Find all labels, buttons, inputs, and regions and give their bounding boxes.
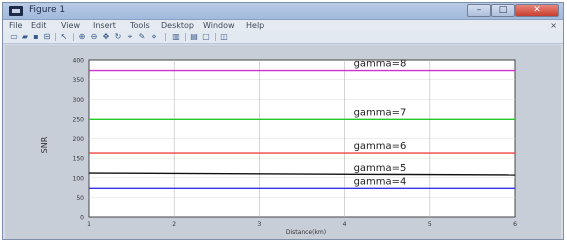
zoom-in-icon[interactable]: ⊕	[77, 32, 87, 41]
series-label: gamma=6	[354, 141, 407, 152]
matlab-figure-icon	[9, 6, 23, 16]
y-tick-label: 250	[73, 116, 85, 123]
menu-bar: File Edit View Insert Tools Desktop Wind…	[3, 20, 563, 31]
link-plot-icon[interactable]: ⋄	[149, 32, 159, 41]
menu-file[interactable]: File	[9, 20, 22, 31]
menu-desktop[interactable]: Desktop	[161, 20, 194, 31]
hide-plot-tools-icon[interactable]: ▢	[201, 32, 211, 41]
y-tick-label: 200	[73, 136, 85, 143]
toolbar: ▭ ▰ ▪ ⊟ ↖ ⊕ ⊖ ✥ ↻ ⌖ ✎ ⋄ ▥ ▤ ▢ ◫	[3, 31, 563, 44]
brush-icon[interactable]: ✎	[137, 32, 147, 41]
x-tick-label: 6	[513, 221, 517, 228]
x-tick-label: 3	[257, 221, 261, 228]
toolbar-separator	[165, 33, 166, 41]
x-tick-label: 4	[343, 221, 347, 228]
menu-tools[interactable]: Tools	[130, 20, 150, 31]
y-tick-label: 0	[80, 215, 84, 222]
menu-help[interactable]: Help	[246, 20, 264, 31]
show-plot-tools-icon[interactable]: ◫	[219, 32, 229, 41]
data-cursor-icon[interactable]: ⌖	[125, 32, 135, 41]
y-tick-label: 350	[73, 77, 85, 84]
x-tick-label: 5	[428, 221, 432, 228]
x-axis-label: Distance(km)	[286, 229, 326, 236]
series-label: gamma=7	[354, 107, 407, 118]
open-folder-icon[interactable]: ▰	[20, 32, 30, 41]
x-tick-label: 1	[87, 221, 91, 228]
menu-view[interactable]: View	[61, 20, 80, 31]
print-icon[interactable]: ⊟	[42, 32, 52, 41]
menu-edit[interactable]: Edit	[31, 20, 47, 31]
snr-chart: 0 50 100 150 200 250 300 350 400 1 2 3 4 5 6 gamma=8 gam…	[40, 58, 517, 237]
figure-area: 0 50 100 150 200 250 300 350 400 1 2 3 4 5 6 gamma=8 gam…	[5, 45, 561, 239]
series-label: gamma=8	[354, 59, 407, 70]
legend-icon[interactable]: ▤	[189, 32, 199, 41]
y-tick-label: 50	[76, 195, 84, 202]
x-tick-label: 2	[172, 221, 176, 228]
close-button[interactable]: ✕	[515, 4, 559, 17]
pan-icon[interactable]: ✥	[101, 32, 111, 41]
menu-window[interactable]: Window	[203, 20, 235, 31]
y-tick-label: 300	[73, 97, 85, 104]
new-file-icon[interactable]: ▭	[9, 32, 19, 41]
series-label: gamma=4	[354, 176, 407, 187]
y-tick-label: 400	[73, 58, 85, 65]
maximize-button[interactable]: □	[491, 4, 515, 17]
zoom-out-icon[interactable]: ⊖	[89, 32, 99, 41]
figure-window: Figure 1 – □ ✕ File Edit View Insert Too…	[2, 2, 564, 240]
save-icon[interactable]: ▪	[31, 32, 41, 41]
window-title: Figure 1	[29, 5, 66, 15]
series-label: gamma=5	[354, 163, 407, 174]
menu-insert[interactable]: Insert	[93, 20, 116, 31]
y-tick-label: 150	[73, 156, 85, 163]
minimize-button[interactable]: –	[467, 4, 491, 17]
toolbar-separator	[215, 33, 216, 41]
edit-plot-icon[interactable]: ↖	[59, 32, 69, 41]
toolbar-separator	[55, 33, 56, 41]
toolbar-separator	[185, 33, 186, 41]
menu-close-icon[interactable]: ×	[550, 20, 557, 31]
y-axis-label: SNR	[40, 136, 49, 153]
colorbar-icon[interactable]: ▥	[171, 32, 181, 41]
title-bar[interactable]: Figure 1 – □ ✕	[3, 3, 563, 20]
rotate-3d-icon[interactable]: ↻	[113, 32, 123, 41]
toolbar-separator	[73, 33, 74, 41]
y-tick-label: 100	[73, 175, 85, 182]
